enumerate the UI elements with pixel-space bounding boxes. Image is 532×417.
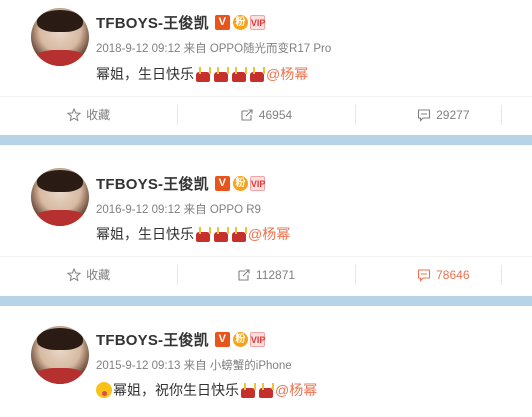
author-name[interactable]: TFBOYS-王俊凯 [96, 12, 209, 33]
post-timestamp[interactable]: 2016-9-12 09:12 [96, 204, 180, 216]
feed-separator [0, 296, 532, 306]
author-avatar[interactable] [31, 168, 89, 226]
cake-icon [258, 382, 274, 398]
verified-badge-icon[interactable]: V [214, 175, 230, 191]
post-source[interactable]: OPPO R9 [210, 204, 261, 216]
source-prefix: 来自 [183, 204, 207, 216]
repost-count: 112871 [255, 267, 296, 282]
action-bar: 收藏 46954 29277 [0, 96, 532, 132]
weibo-post-2: TFBOYS-王俊凯 V 粉 VIP 2016-9-12 09:12 来自 OP… [0, 145, 532, 296]
post-meta: 2015-9-12 09:13 来自 小螃蟹的iPhone [96, 357, 292, 373]
repost-count: 46954 [258, 107, 293, 122]
favorite-button[interactable]: 收藏 [0, 257, 177, 292]
author-name[interactable]: TFBOYS-王俊凯 [96, 329, 209, 350]
favorite-label: 收藏 [86, 268, 111, 282]
mention-link[interactable]: @杨幂 [266, 64, 308, 84]
cake-icon [231, 66, 247, 82]
star-icon [67, 107, 82, 122]
post-meta: 2016-9-12 09:12 来自 OPPO R9 [96, 201, 261, 217]
comment-count: 78646 [436, 267, 470, 282]
weibo-post-1: TFBOYS-王俊凯 V 粉 VIP 2018-9-12 09:12 来自 OP… [0, 0, 532, 135]
verified-badge-icon[interactable]: V [214, 14, 230, 30]
source-prefix: 来自 [183, 43, 207, 55]
cake-icon [249, 66, 265, 82]
cake-icon [213, 226, 229, 242]
repost-button[interactable]: 46954 [177, 97, 354, 132]
feed-separator [0, 135, 532, 145]
star-icon [67, 267, 82, 282]
cake-icon [195, 226, 211, 242]
post-meta: 2018-9-12 09:12 来自 OPPO随光而变R17 Pro [96, 40, 331, 56]
fan-badge-icon[interactable]: 粉 [232, 175, 248, 191]
comment-icon [418, 108, 431, 122]
author-name[interactable]: TFBOYS-王俊凯 [96, 173, 209, 194]
author-row: TFBOYS-王俊凯 V 粉 VIP [96, 329, 265, 349]
post-content: 幂姐，生日快乐 @杨幂 [96, 64, 308, 84]
repost-icon [238, 268, 250, 281]
comment-icon [418, 268, 431, 282]
fan-badge-icon[interactable]: 粉 [232, 331, 248, 347]
comment-button[interactable]: 78646 [354, 257, 532, 292]
mention-link[interactable]: @杨幂 [248, 224, 290, 244]
post-content: 幂姐，生日快乐 @杨幂 [96, 224, 290, 244]
fan-badge-icon[interactable]: 粉 [232, 14, 248, 30]
author-row: TFBOYS-王俊凯 V 粉 VIP [96, 12, 265, 32]
post-text: 幂姐，生日快乐 [96, 66, 194, 82]
vip-badge-icon[interactable]: VIP [249, 14, 265, 30]
post-timestamp[interactable]: 2015-9-12 09:13 [96, 360, 180, 372]
author-avatar[interactable] [31, 8, 89, 66]
post-source[interactable]: 小螃蟹的iPhone [210, 360, 292, 372]
vip-badge-icon[interactable]: VIP [249, 331, 265, 347]
vip-badge-icon[interactable]: VIP [249, 175, 265, 191]
post-timestamp[interactable]: 2018-9-12 09:12 [96, 43, 180, 55]
cake-icon [240, 382, 256, 398]
weibo-post-3: TFBOYS-王俊凯 V 粉 VIP 2015-9-12 09:13 来自 小螃… [0, 306, 532, 417]
comment-count: 29277 [436, 107, 470, 122]
action-bar: 收藏 112871 78646 [0, 256, 532, 292]
tongue-face-icon [96, 382, 112, 398]
comment-button[interactable]: 29277 [354, 97, 532, 132]
post-source[interactable]: OPPO随光而变R17 Pro [210, 43, 331, 55]
verified-badge-icon[interactable]: V [214, 331, 230, 347]
repost-icon [241, 108, 253, 121]
favorite-label: 收藏 [86, 108, 111, 122]
post-text: 幂姐，生日快乐 [96, 226, 194, 242]
repost-button[interactable]: 112871 [177, 257, 354, 292]
favorite-button[interactable]: 收藏 [0, 97, 177, 132]
source-prefix: 来自 [183, 360, 207, 372]
post-content: 幂姐，祝你生日快乐 @杨幂 [96, 380, 317, 400]
mention-link[interactable]: @杨幂 [275, 380, 317, 400]
cake-icon [213, 66, 229, 82]
post-text: 幂姐，祝你生日快乐 [113, 382, 239, 398]
cake-icon [231, 226, 247, 242]
author-avatar[interactable] [31, 326, 89, 384]
author-row: TFBOYS-王俊凯 V 粉 VIP [96, 173, 265, 193]
cake-icon [195, 66, 211, 82]
